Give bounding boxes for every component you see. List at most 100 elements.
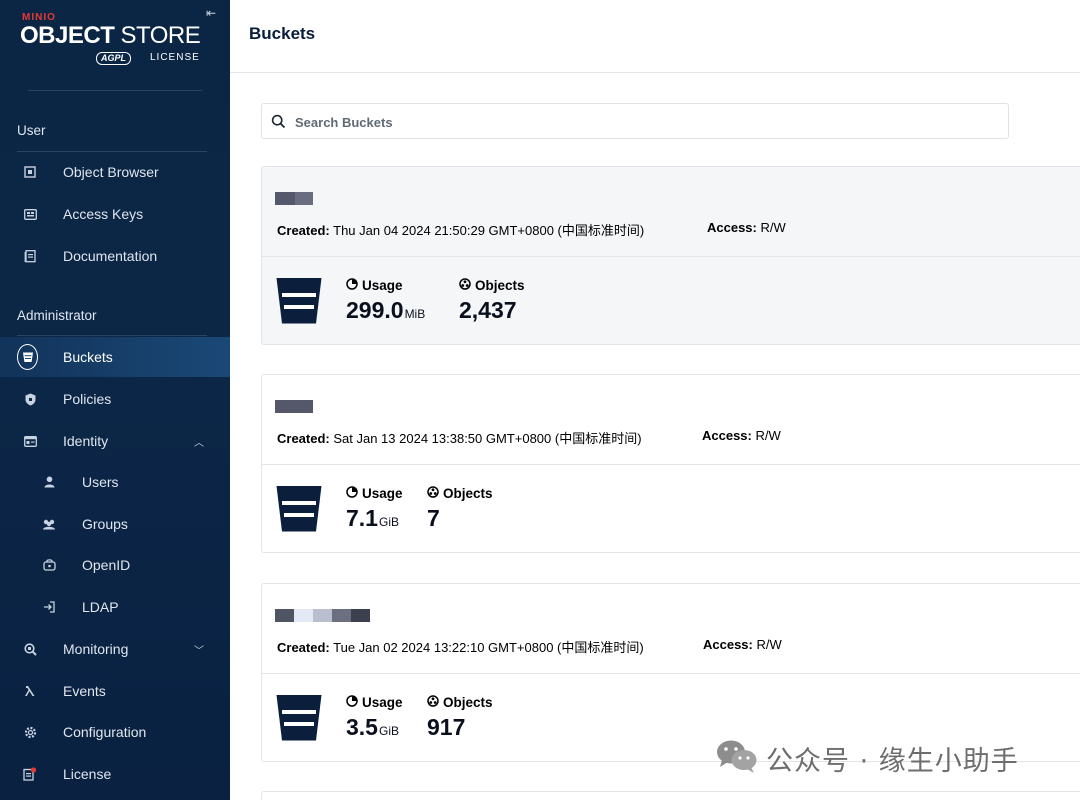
sidebar-item-label: Identity [63,433,109,449]
usage-pie-icon [346,278,358,293]
sidebar-item-openid[interactable]: OpenID [0,545,230,585]
objects-value: 917 [427,714,466,740]
objects-stat: Objects 917 [427,695,493,741]
object-browser-icon [22,164,38,180]
collapse-sidebar-icon[interactable]: ⇤ [206,6,216,20]
divider [262,256,1080,257]
usage-unit: MiB [404,307,426,321]
sidebar-item-groups[interactable]: Groups [0,504,230,544]
divider [28,90,202,91]
sidebar-item-license[interactable]: License [0,754,230,794]
bucket-name-redacted[interactable] [275,400,313,413]
groups-icon [41,516,57,532]
search-chart-icon [22,641,38,657]
bucket-icon [276,277,322,329]
bucket-icon [276,694,322,746]
bucket-created: Created: Thu Jan 04 2024 21:50:29 GMT+08… [277,220,644,239]
usage-pie-icon [346,486,358,501]
identity-card-icon [22,433,38,449]
sidebar: MINIO OBJECT STORE AGPL LICENSE ⇤ User O… [0,0,230,800]
created-label: Created: [277,223,330,238]
sidebar-item-configuration[interactable]: Configuration [0,712,230,752]
divider [262,673,1080,674]
objects-label: Objects [443,695,493,710]
bucket-icon [17,344,38,370]
usage-value: 3.5 [346,714,378,740]
sidebar-item-monitoring[interactable]: Monitoring ﹀ [0,629,230,669]
sidebar-item-object-browser[interactable]: Object Browser [0,152,230,192]
bucket-card[interactable]: Created: Tue Jan 02 2024 13:22:10 GMT+08… [261,583,1080,762]
divider [262,464,1080,465]
usage-unit: GiB [378,724,399,738]
sidebar-item-identity[interactable]: Identity ︿ [0,421,230,461]
watermark: 公众号 · 缘生小助手 [716,738,1019,779]
document-icon [22,248,38,264]
brand-title-light: STORE [114,22,201,49]
usage-label: Usage [362,486,403,501]
objects-label: Objects [443,486,493,501]
bucket-card[interactable]: Created: Thu Jan 04 2024 21:50:29 GMT+08… [261,166,1080,345]
bucket-card[interactable] [261,791,1080,800]
sidebar-item-label: Buckets [63,349,113,365]
search-icon [271,114,286,134]
sidebar-item-users[interactable]: Users [0,462,230,502]
sidebar-item-label: LDAP [82,599,119,615]
sidebar-item-label: Monitoring [63,641,129,657]
access-value: R/W [752,637,782,652]
usage-unit: GiB [378,515,399,529]
objects-value: 7 [427,505,440,531]
sidebar-item-label: Access Keys [63,206,144,222]
brand-title-bold: OBJECT [20,22,115,49]
usage-value: 7.1 [346,505,378,531]
agpl-badge: AGPL [96,52,132,65]
bucket-access: Access: R/W [703,637,782,652]
bucket-name-redacted[interactable] [275,609,370,622]
page-header: Buckets [230,0,1080,73]
bucket-access: Access: R/W [702,428,781,443]
sidebar-item-label: Events [63,683,106,699]
gear-icon [22,724,38,740]
sidebar-item-label: Users [82,474,119,490]
watermark-text: 公众号 · 缘生小助手 [766,746,1019,777]
sidebar-item-label: License [63,766,112,782]
usage-stat: Usage 3.5GiB [346,695,403,741]
sidebar-item-label: Documentation [63,248,158,264]
wechat-icon [716,738,758,779]
created-value: Sat Jan 13 2024 13:38:50 GMT+0800 (中国标准时… [329,431,642,446]
usage-stat: Usage 299.0MiB [346,278,425,324]
sidebar-item-label: OpenID [82,557,131,573]
objects-icon [427,486,439,501]
brand-title: OBJECT STORE [20,22,201,50]
objects-value: 2,437 [459,297,517,323]
bucket-created: Created: Tue Jan 02 2024 13:22:10 GMT+08… [277,637,644,656]
sidebar-item-policies[interactable]: Policies [0,379,230,419]
page-title: Buckets [249,24,316,43]
search-input[interactable] [295,112,975,132]
openid-icon [41,557,57,573]
sidebar-item-buckets[interactable]: Buckets [0,337,230,377]
created-label: Created: [277,431,330,446]
access-label: Access: [703,637,753,652]
bucket-card[interactable]: Created: Sat Jan 13 2024 13:38:50 GMT+08… [261,374,1080,553]
minio-logo[interactable]: MINIO OBJECT STORE AGPL LICENSE [20,10,212,70]
chevron-up-icon[interactable]: ︿ [194,434,204,449]
license-label: LICENSE [150,52,200,63]
chevron-down-icon[interactable]: ﹀ [194,642,204,657]
bucket-name-redacted[interactable] [275,192,313,205]
divider [17,335,207,336]
sidebar-item-ldap[interactable]: LDAP [0,587,230,627]
access-value: R/W [756,220,786,235]
sidebar-item-events[interactable]: Events [0,671,230,711]
search-box[interactable] [261,103,1009,139]
sidebar-item-documentation[interactable]: Documentation [0,236,230,276]
sidebar-item-label: Policies [63,391,112,407]
created-value: Tue Jan 02 2024 13:22:10 GMT+0800 (中国标准时… [329,640,644,655]
usage-stat: Usage 7.1GiB [346,486,403,532]
sidebar-item-label: Configuration [63,724,147,740]
sidebar-item-access-keys[interactable]: Access Keys [0,194,230,234]
section-user: User [17,123,46,138]
lambda-icon [22,683,38,699]
objects-icon [427,695,439,710]
usage-pie-icon [346,695,358,710]
shield-icon [22,391,38,407]
